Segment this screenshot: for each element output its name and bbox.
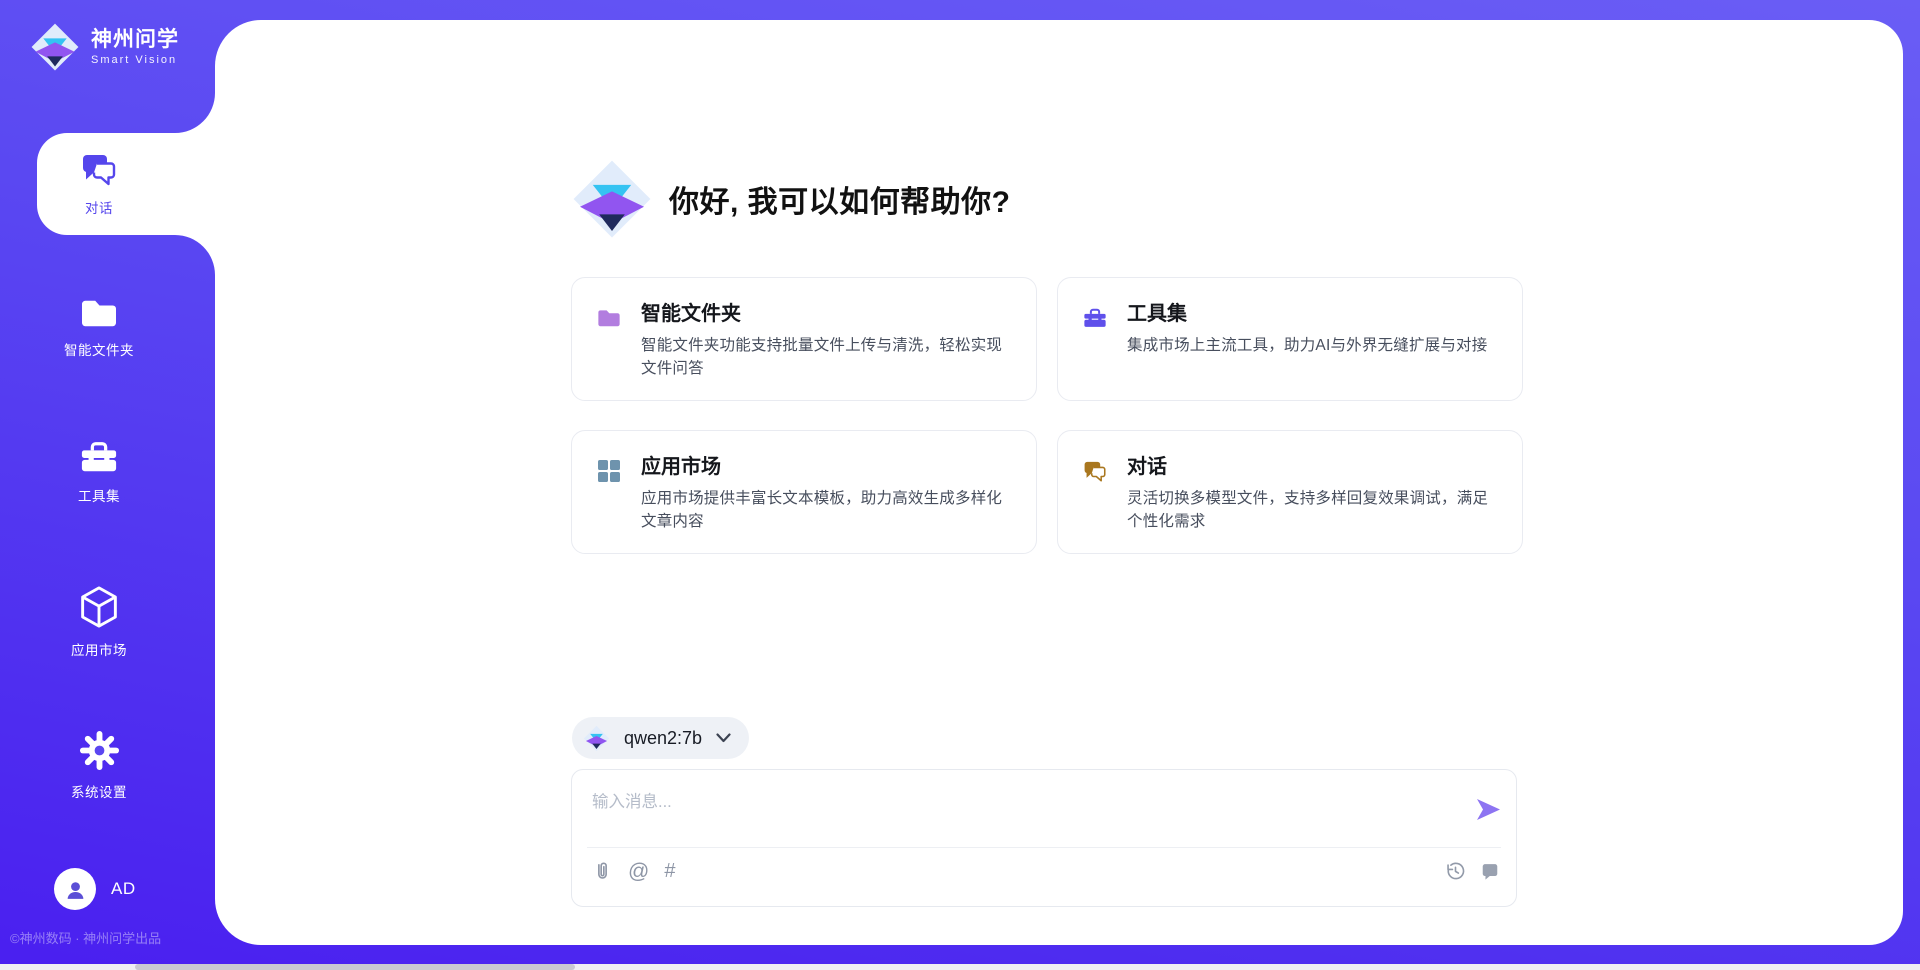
message-composer: @ # [571, 769, 1517, 907]
sidebar-item-label: 工具集 [78, 485, 120, 505]
chat-bubbles-icon [79, 150, 119, 188]
sidebar-item-label: 对话 [85, 197, 113, 217]
model-name: qwen2:7b [624, 728, 702, 749]
card-title: 工具集 [1127, 303, 1487, 326]
toolbox-icon [1082, 305, 1108, 331]
sidebar-item-label: 智能文件夹 [64, 339, 134, 359]
history-icon[interactable] [1445, 860, 1466, 882]
card-description: 智能文件夹功能支持批量文件上传与清洗，轻松实现文件问答 [641, 334, 1010, 380]
paperclip-icon[interactable] [592, 860, 613, 882]
app-logo: 神州问学 Smart Vision [30, 22, 179, 72]
sidebar-item-label: 系统设置 [71, 781, 127, 801]
card-chat[interactable]: 对话 灵活切换多模型文件，支持多样回复效果调试，满足个性化需求 [1057, 430, 1523, 554]
sidebar-item-toolset[interactable]: 工具集 [0, 438, 198, 505]
card-title: 应用市场 [641, 456, 1010, 479]
sidebar-item-app-market[interactable]: 应用市场 [0, 584, 198, 659]
feature-cards: 智能文件夹 智能文件夹功能支持批量文件上传与清洗，轻松实现文件问答 工具集 集成… [571, 277, 1523, 554]
card-description: 灵活切换多模型文件，支持多样回复效果调试，满足个性化需求 [1127, 487, 1496, 533]
at-icon[interactable]: @ [628, 861, 649, 882]
sidebar-item-smart-folder[interactable]: 智能文件夹 [0, 296, 198, 359]
chevron-down-icon [716, 733, 731, 743]
app-title: 神州问学 [91, 28, 179, 52]
greeting-logo-icon [571, 158, 653, 240]
sidebar-item-label: 应用市场 [71, 639, 127, 659]
copyright-footer: ©神州数码 · 神州问学出品 [10, 928, 220, 947]
greeting-text: 你好, 我可以如何帮助你? [669, 177, 1011, 221]
main-panel: 你好, 我可以如何帮助你? 智能文件夹 智能文件夹功能支持批量文件上传与清洗，轻… [215, 20, 1903, 945]
gear-icon [78, 729, 121, 772]
composer-divider [587, 847, 1501, 848]
message-input[interactable] [580, 778, 1452, 846]
send-button[interactable] [1474, 796, 1502, 824]
horizontal-scrollbar[interactable] [0, 964, 1920, 970]
sidebar: 神州问学 Smart Vision 对话 智能文件夹 工具集 应用市场 系统设置 [0, 0, 215, 970]
send-icon [1475, 796, 1502, 823]
folder-icon [596, 305, 622, 331]
sidebar-item-settings[interactable]: 系统设置 [0, 729, 198, 801]
card-description: 集成市场上主流工具，助力AI与外界无缝扩展与对接 [1127, 334, 1487, 357]
card-app-market[interactable]: 应用市场 应用市场提供丰富长文本模板，助力高效生成多样化文章内容 [571, 430, 1037, 554]
sidebar-item-chat[interactable]: 对话 [0, 150, 198, 217]
card-toolset[interactable]: 工具集 集成市场上主流工具，助力AI与外界无缝扩展与对接 [1057, 277, 1523, 401]
greeting-block: 你好, 我可以如何帮助你? [571, 158, 1011, 240]
card-title: 对话 [1127, 456, 1496, 479]
app-logo-diamond-icon [30, 22, 80, 72]
chat-bubbles-icon [1082, 458, 1108, 484]
card-title: 智能文件夹 [641, 303, 1010, 326]
chat-square-icon[interactable] [1480, 860, 1500, 882]
app-window: 神州问学 Smart Vision 对话 智能文件夹 工具集 应用市场 系统设置 [0, 0, 1920, 970]
avatar [54, 868, 96, 910]
scrollbar-thumb[interactable] [135, 964, 575, 970]
person-icon [64, 878, 87, 901]
app-subtitle: Smart Vision [91, 54, 179, 66]
card-smart-folder[interactable]: 智能文件夹 智能文件夹功能支持批量文件上传与清洗，轻松实现文件问答 [571, 277, 1037, 401]
cube-icon [79, 584, 119, 630]
hash-icon[interactable]: # [664, 861, 675, 881]
grid-icon [596, 458, 622, 484]
model-selector[interactable]: qwen2:7b [572, 717, 749, 759]
user-profile[interactable]: AD [54, 868, 136, 910]
card-description: 应用市场提供丰富长文本模板，助力高效生成多样化文章内容 [641, 487, 1010, 533]
folder-icon [78, 296, 120, 330]
diamond-logo-icon [583, 725, 610, 752]
user-initials: AD [111, 879, 136, 899]
toolbox-icon [78, 438, 120, 476]
